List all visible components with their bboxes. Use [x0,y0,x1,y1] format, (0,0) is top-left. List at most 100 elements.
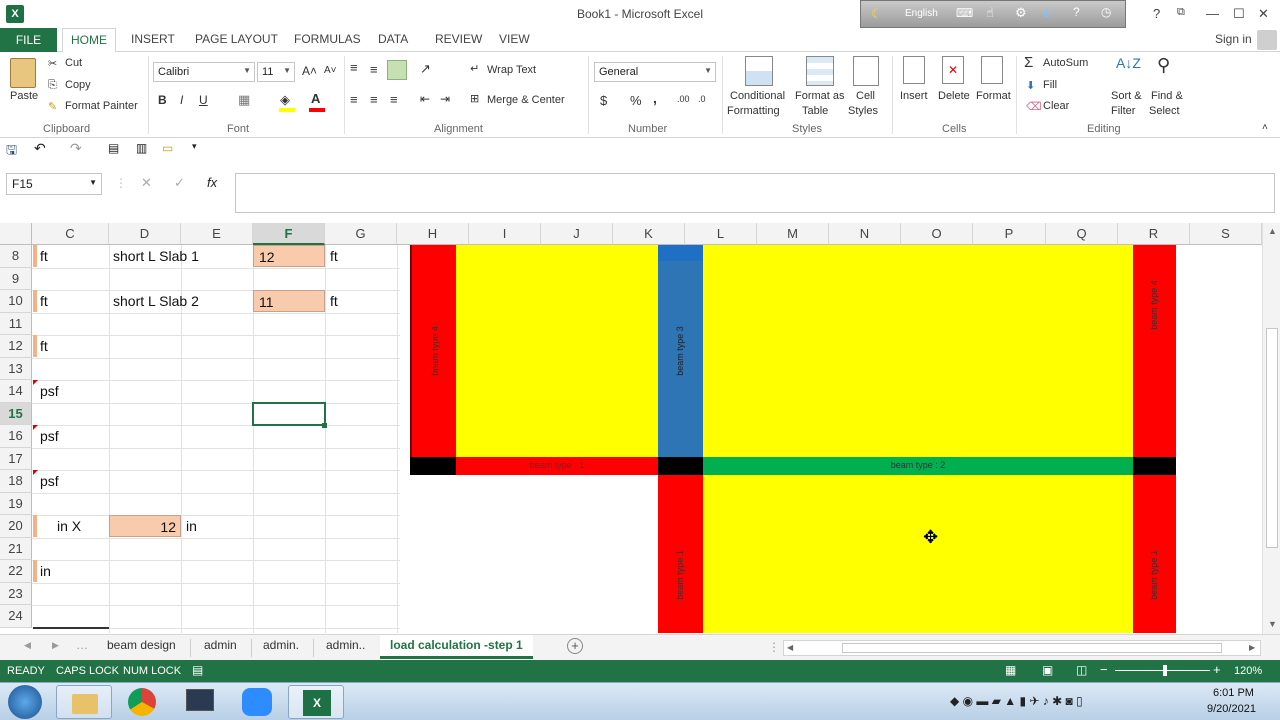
vertical-scroll-thumb[interactable] [1266,328,1278,548]
collapse-ribbon-icon[interactable]: ˄ [1262,122,1268,133]
tab-review[interactable]: REVIEW [435,32,482,46]
cell-c20[interactable]: in X [52,515,109,537]
slab-panel-top-right[interactable] [703,245,1133,457]
taskbar-chrome[interactable] [114,685,170,719]
cell-c10[interactable]: ft [35,290,109,312]
cell-c8[interactable]: ft [35,245,109,267]
insert-cells-button[interactable]: Insert [900,90,928,102]
customize-qat-icon[interactable]: ▾ [192,141,197,152]
decrease-indent-icon[interactable]: ⇤ [420,92,430,106]
beam-horizontal-left[interactable]: beam type : 1 [456,457,658,475]
cell-c16[interactable]: psf [35,425,109,447]
column-header-m[interactable]: M [757,223,829,245]
sign-in-link[interactable]: Sign in [1215,32,1252,46]
start-button[interactable] [8,685,42,719]
tab-view[interactable]: VIEW [499,32,530,46]
paste-icon[interactable] [10,58,36,88]
tab-home[interactable]: HOME [62,28,116,53]
font-size-select[interactable]: 11 ▼ [257,62,295,82]
column-header-o[interactable]: O [901,223,973,245]
cell-d8[interactable]: short L Slab 1 [108,245,253,267]
cell-e20[interactable]: in [181,515,253,537]
language-bar[interactable]: ☾ English ⌨ ☝ ⚙ e ? ◷ [860,0,1126,28]
format-painter-button[interactable]: Format Painter [65,100,138,112]
beam-middle-bottom[interactable]: beam type 1 [658,475,703,633]
column-right[interactable] [1133,457,1176,475]
increase-decimal-icon[interactable]: .00 [677,94,690,104]
beam-left-top[interactable]: beam type 4 [410,245,456,457]
paste-button[interactable]: Paste [10,90,38,102]
minimize-button[interactable]: — [1206,6,1219,21]
column-header-n[interactable]: N [829,223,901,245]
orientation-icon[interactable]: ↗ [420,61,431,77]
ribbon-display-icon[interactable]: ⧉ [1177,6,1185,19]
save-icon[interactable]: 🖫 [6,141,17,163]
format-as-table-button[interactable]: Table [802,105,828,117]
delete-cells-button[interactable]: Delete [938,90,970,102]
borders-icon[interactable]: ▦ [238,92,250,108]
tab-page-layout[interactable]: PAGE LAYOUT [195,32,278,46]
column-header-c[interactable]: C [32,223,109,245]
print-icon[interactable]: ▥ [136,141,147,155]
name-box-dropdown-icon[interactable]: ▼ [89,178,97,187]
redo-icon[interactable]: ↷ [70,140,82,157]
scroll-down-icon[interactable]: ▼ [1268,619,1277,629]
italic-button[interactable]: I [180,93,183,107]
row-header-15[interactable]: 15 [0,402,32,425]
vertical-scrollbar[interactable]: ▲ ▼ [1262,223,1280,634]
active-cell-f15[interactable] [252,402,326,426]
macro-record-icon[interactable]: ▤ [192,663,203,677]
cancel-icon[interactable]: ✕ [141,175,152,191]
column-header-j[interactable]: J [541,223,613,245]
percent-button[interactable]: % [630,93,642,108]
cell-styles-button[interactable]: Styles [848,105,878,117]
name-box[interactable]: F15 ▼ [6,173,102,195]
row-header-22[interactable]: 22 [0,560,32,583]
align-right-icon[interactable]: ≡ [390,92,398,107]
binoculars-icon[interactable]: ⚲ [1157,55,1170,76]
formula-input[interactable] [235,173,1275,213]
row-header-13[interactable]: 13 [0,357,32,380]
clock-date[interactable]: 9/20/2021 [1207,703,1256,715]
bottom-align-icon[interactable] [387,60,407,80]
font-color-icon[interactable]: A [311,91,320,106]
sort-filter-icon[interactable]: A↓Z [1116,55,1141,71]
increase-indent-icon[interactable]: ⇥ [440,92,450,106]
align-left-icon[interactable]: ≡ [350,92,358,107]
add-sheet-button[interactable]: + [567,638,583,654]
enter-icon[interactable]: ✓ [174,175,185,191]
format-cells-button[interactable]: Format [976,90,1011,102]
taskbar-excel[interactable]: X [288,685,344,719]
font-name-select[interactable]: Calibri ▼ [153,62,255,82]
cell-d10[interactable]: short L Slab 2 [108,290,253,312]
merge-center-button[interactable]: Merge & Center [487,94,565,106]
column-header-i[interactable]: I [469,223,541,245]
taskbar-explorer[interactable] [56,685,112,719]
cell-g10[interactable]: ft [325,290,397,312]
column-header-d[interactable]: D [109,223,181,245]
insert-function-icon[interactable]: fx [207,175,217,190]
page-layout-view-icon[interactable]: ▣ [1042,663,1053,677]
open-folder-icon[interactable]: ▭ [162,141,173,155]
user-avatar-icon[interactable] [1257,30,1277,50]
format-as-table-icon[interactable] [806,56,834,86]
scroll-up-icon[interactable]: ▲ [1268,226,1277,236]
select-all-corner[interactable] [0,223,32,245]
zoom-out-button[interactable]: − [1100,662,1108,677]
column-header-q[interactable]: Q [1046,223,1118,245]
beam-middle-vertical[interactable]: beam type 3 [658,245,703,457]
row-header-24[interactable]: 24 [0,605,32,628]
undo-icon[interactable]: ↶ [34,140,46,157]
beam-right-bottom[interactable]: beam type 1 [1133,475,1176,633]
taskbar-network-app[interactable] [172,685,228,719]
zoom-level[interactable]: 120% [1234,665,1262,677]
bold-button[interactable]: B [158,93,167,107]
clock-time[interactable]: 6:01 PM [1213,687,1254,699]
insert-cells-icon[interactable] [903,56,925,84]
row-header-16[interactable]: 16 [0,425,32,448]
sheet-tab-beam-design[interactable]: beam design [107,638,176,652]
fill-button[interactable]: Fill [1043,79,1057,91]
horizontal-scrollbar[interactable]: ◀ ▶ [783,640,1261,656]
fill-color-icon[interactable]: ◈ [280,92,290,108]
sheet-tab-load-calculation[interactable]: load calculation -step 1 [380,635,533,659]
